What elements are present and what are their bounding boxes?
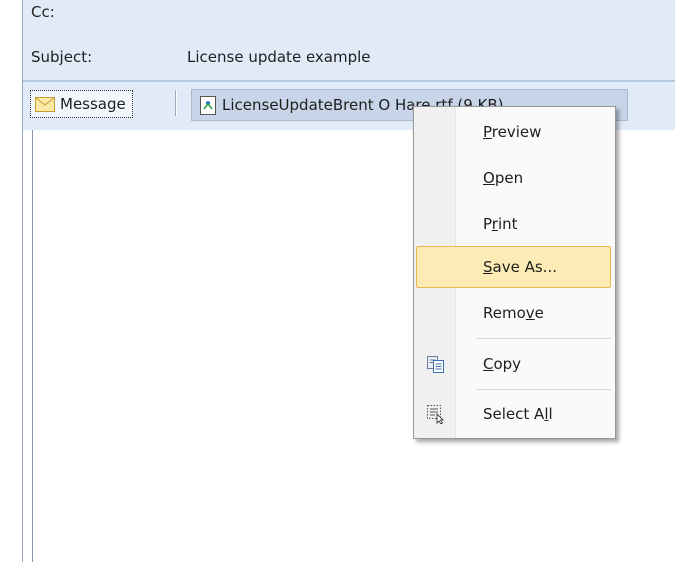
subject-value: License update example (187, 48, 371, 66)
menu-separator (476, 338, 611, 339)
menu-item-save-as-label: Save As... (483, 258, 557, 276)
menu-item-remove[interactable]: Remove (416, 292, 611, 334)
menu-item-print[interactable]: Print (416, 203, 611, 245)
menu-item-remove-label: Remove (483, 304, 544, 322)
menu-item-select-all[interactable]: Select All (416, 393, 611, 435)
tab-separator (175, 90, 176, 116)
copy-icon (426, 354, 446, 374)
rtf-document-icon (200, 95, 216, 115)
menu-item-copy[interactable]: Copy (416, 343, 611, 385)
menu-item-select-all-label: Select All (483, 405, 553, 423)
subject-label: Subject: (31, 48, 93, 66)
menu-item-save-as[interactable]: Save As... (416, 246, 611, 288)
menu-item-preview-label: Preview (483, 123, 542, 141)
menu-item-print-label: Print (483, 215, 518, 233)
menu-item-copy-label: Copy (483, 355, 522, 373)
context-menu: Preview Open Print Save As... Remove Cop… (413, 106, 616, 439)
menu-item-open-label: Open (483, 169, 524, 187)
message-header: Cc: Subject: License update example (23, 0, 675, 81)
menu-item-open[interactable]: Open (416, 157, 611, 199)
message-tab-label: Message (60, 95, 126, 113)
left-pane-edge (0, 0, 23, 562)
menu-item-preview[interactable]: Preview (416, 111, 611, 153)
select-all-icon (426, 404, 446, 425)
menu-separator (476, 389, 611, 390)
cc-label: Cc: (31, 3, 55, 21)
message-tab[interactable]: Message (30, 90, 133, 118)
envelope-icon (35, 96, 55, 112)
